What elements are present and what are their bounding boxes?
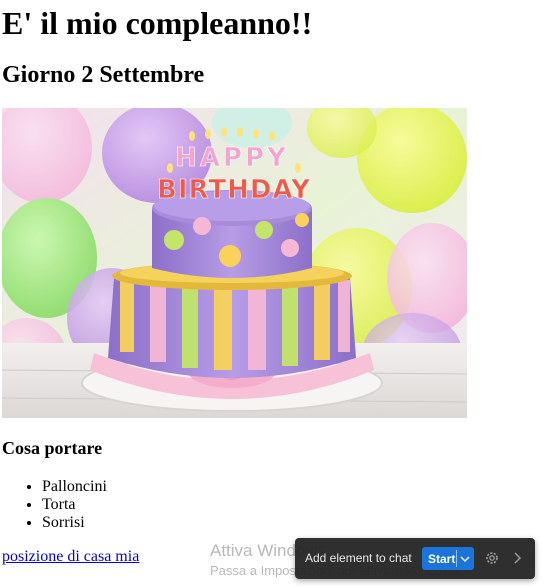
svg-text:HAPPY: HAPPY xyxy=(175,143,289,173)
chevron-right-icon[interactable] xyxy=(511,550,523,566)
what-to-bring-heading: Cosa portare xyxy=(2,438,103,458)
web-page: E' il mio compleanno!! Giorno 2 Settembr… xyxy=(0,0,547,588)
list-item: Torta xyxy=(42,496,107,514)
list-item: Palloncini xyxy=(42,478,107,496)
svg-text:BIRTHDAY: BIRTHDAY xyxy=(157,175,311,205)
start-button-label: Start xyxy=(428,551,456,566)
chat-toolbar: Add element to chat Start xyxy=(295,538,535,579)
event-date: Giorno 2 Settembre xyxy=(2,62,205,88)
list-item: Sorrisi xyxy=(42,514,107,532)
start-button[interactable]: Start xyxy=(422,547,474,570)
birthday-cake-image: HAPPY BIRTHDAY xyxy=(2,108,467,418)
page-title: E' il mio compleanno!! xyxy=(2,5,313,41)
add-element-to-chat-label[interactable]: Add element to chat xyxy=(305,551,412,566)
chevron-down-icon[interactable] xyxy=(457,547,473,570)
what-to-bring-list: Palloncini Torta Sorrisi xyxy=(0,478,107,532)
gear-icon[interactable] xyxy=(484,550,500,566)
home-location-link[interactable]: posizione di casa mia xyxy=(2,548,139,566)
